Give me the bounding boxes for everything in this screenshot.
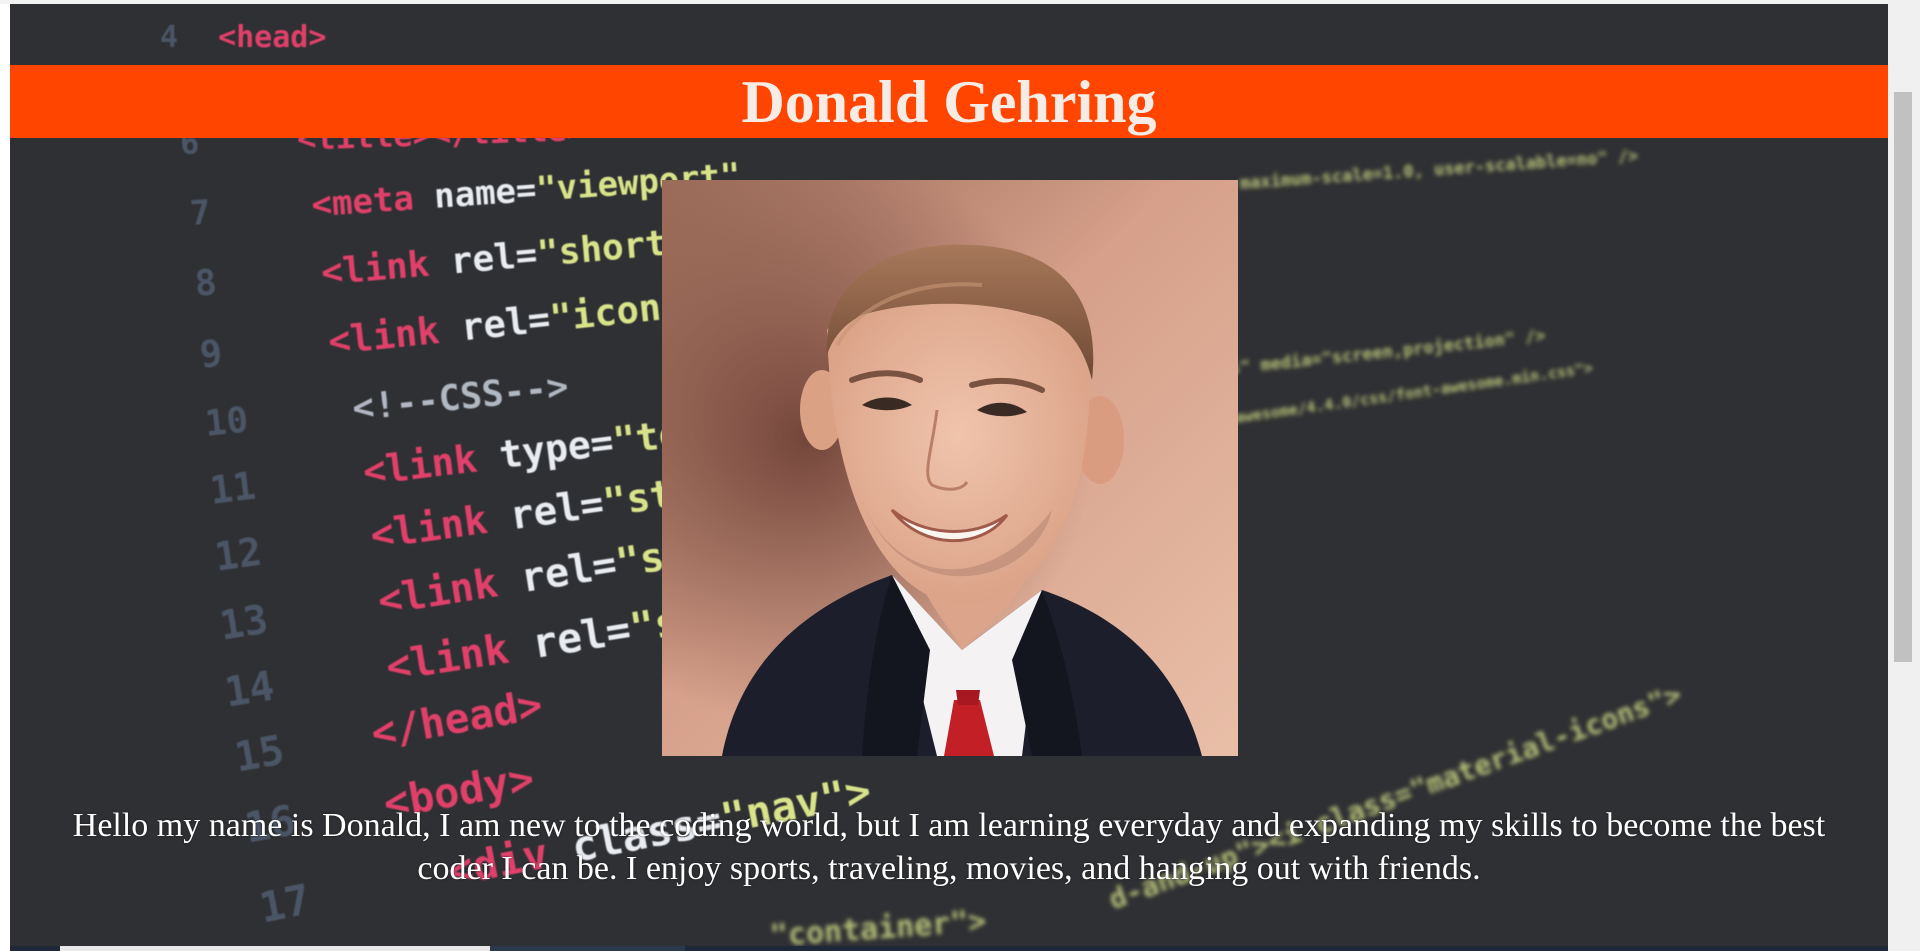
- page-viewport: 4<head> 6 <title></title> 7 <meta name="…: [10, 4, 1888, 951]
- taskbar-item[interactable]: [60, 946, 490, 951]
- header-bar: Donald Gehring: [10, 65, 1888, 138]
- window-left-edge: [0, 0, 10, 951]
- bio-paragraph: Hello my name is Donald, I am new to the…: [72, 807, 1826, 887]
- scrollbar-thumb[interactable]: [1894, 92, 1912, 662]
- taskbar-item[interactable]: [490, 946, 685, 951]
- code-line: 7 <meta name="viewport": [188, 155, 742, 234]
- profile-photo: [662, 180, 1238, 756]
- page-title: Donald Gehring: [741, 68, 1157, 135]
- taskbar-edge: [10, 946, 1888, 951]
- code-fragment: maximum-scale=1.0, user-scalable=no" />: [1239, 146, 1639, 194]
- code-line: 4 <head>: [160, 20, 327, 55]
- code-fragment: "container">: [768, 903, 988, 951]
- portrait-image: [662, 180, 1238, 756]
